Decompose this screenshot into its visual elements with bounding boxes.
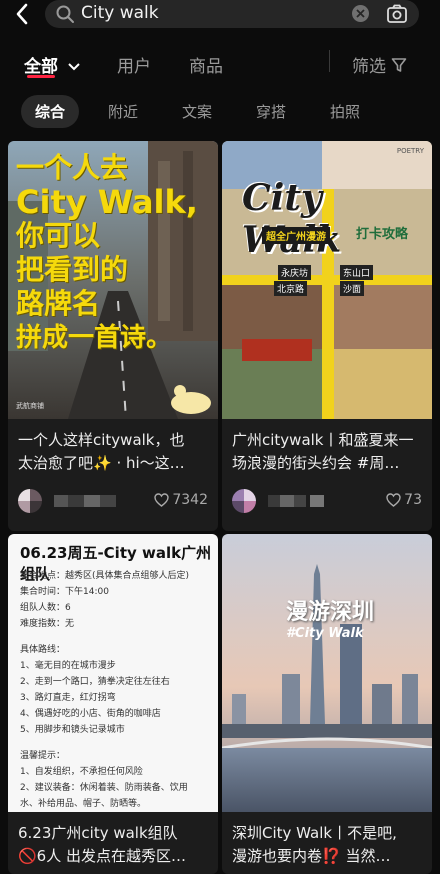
note-title-line: 广州citywalk丨和盛夏来一 [232,431,414,449]
cover-text-line: 你可以 [16,219,101,252]
chip-outfit[interactable]: 穿搭 [242,95,300,128]
note-cover-image[interactable]: 漫游深圳 #City Walk [222,534,432,812]
note-title-line: 太治愈了吧✨ · hi～这… [18,454,185,472]
note-card[interactable]: City Walk 超全广州漫游 打卡攻略 POETRY 永庆坊 北京路 东山口… [222,141,432,531]
note-title-line: 深圳City Walk丨不是吧, [232,824,397,842]
heart-icon [386,493,401,507]
note-meta: 73 [222,487,432,517]
chevron-down-icon [68,63,80,71]
doc-line: 具体路线： [20,645,66,655]
chip-copywriting[interactable]: 文案 [168,95,226,128]
map-label: 东山口 [340,265,374,280]
search-query[interactable]: City walk [81,3,159,23]
note-title[interactable]: 一个人这样citywalk，也 太治愈了吧✨ · hi～这… [18,429,208,475]
tab-products[interactable]: 商品 [189,52,223,77]
like-count-value: 73 [404,492,422,508]
cover-badge: 打卡攻略 [356,227,409,242]
cover-text-line: 拼成一首诗。 [16,323,173,353]
camera-icon[interactable] [386,4,408,24]
tab-users[interactable]: 用户 [117,52,151,77]
filter-button[interactable]: 筛选 [352,52,407,77]
doc-line: 水、补给用品、帽子、防晒等。 [20,799,147,809]
cover-subtitle: #City Walk [286,626,364,641]
note-title[interactable]: 深圳City Walk丨不是吧, 漫游也要内卷⁉️ 当然… [232,822,422,868]
chip-nearby[interactable]: 附近 [94,95,152,128]
doc-line: 集合地点：越秀区(具体集合点组够人后定) [20,571,190,581]
doc-line: 2、走到一个路口，猜拳决定往左往右 [20,677,170,687]
back-button[interactable] [10,1,34,27]
doc-line: 组队人数：6 [20,603,71,613]
cover-title: City Walk [242,177,341,261]
avatar[interactable] [232,489,256,513]
tab-all[interactable]: 全部 [24,52,80,77]
skyline-photo [222,534,432,812]
chip-photo[interactable]: 拍照 [316,95,374,128]
note-card[interactable]: 漫游深圳 #City Walk 深圳City Walk丨不是吧, 漫游也要内卷⁉… [222,534,432,874]
username-blurred[interactable] [54,495,116,507]
chip-bar: 综合 附近 文案 穿搭 拍照 [0,92,440,132]
map-label: 沙面 [340,281,365,296]
doc-line: 5、用脚步和镜头记录城市 [20,725,125,735]
cover-corner-text: POETRY [396,147,424,155]
note-card[interactable]: 一个人去 City Walk, 你可以 把看到的 路牌名 拼成一首诗。 武航商铺… [8,141,218,531]
map-label: 北京路 [274,281,308,296]
tab-active-indicator [27,75,55,78]
note-cover-image[interactable]: 一个人去 City Walk, 你可以 把看到的 路牌名 拼成一首诗。 武航商铺 [8,141,218,419]
note-title[interactable]: 广州citywalk丨和盛夏来一 场浪漫的街头约会 #周… [232,429,422,475]
top-bar: City walk [0,0,440,30]
like-count[interactable]: 7342 [154,492,208,508]
note-title-line: 6.23广州city walk组队 [18,824,178,842]
note-cover-image[interactable]: City Walk 超全广州漫游 打卡攻略 POETRY 永庆坊 北京路 东山口… [222,141,432,419]
heart-icon [154,493,170,507]
doc-line: 难度指数：无 [20,619,75,629]
clear-icon[interactable] [352,5,369,22]
tab-bar: 全部 用户 商品 筛选 [0,44,440,84]
note-title-line: 🚫6人 出发点在越秀区… [18,847,186,865]
like-count-value: 7342 [172,492,208,508]
doc-line: 3、路灯直走，红灯拐弯 [20,693,116,703]
note-title[interactable]: 6.23广州city walk组队 🚫6人 出发点在越秀区… [18,822,208,868]
map-label: 永庆坊 [278,265,312,280]
doc-line: 1、毫无目的在城市漫步 [20,661,116,671]
doc-line: 集合时间：下午14:00 [20,587,109,597]
doc-line: 温馨提示： [20,751,66,761]
cover-text-line: 把看到的 [16,253,129,286]
cover-text: 一个人去 City Walk, 你可以 把看到的 路牌名 拼成一首诗。 [16,151,198,355]
username-blurred[interactable] [268,495,330,507]
filter-icon [391,57,407,72]
filter-label: 筛选 [352,57,386,77]
doc-line: 4、偶遇好吃的小店、街角的咖啡店 [20,709,161,719]
cover-watermark: 武航商铺 [16,402,44,410]
note-meta: 7342 [8,487,218,517]
cover-text-line: 一个人去 [16,151,129,184]
chip-comprehensive[interactable]: 综合 [21,95,80,128]
cover-text-line: 路牌名 [16,287,101,320]
like-count[interactable]: 73 [386,492,422,508]
cover-subtitle: 超全广州漫游 [262,227,330,244]
note-title-line: 场浪漫的街头约会 #周… [232,454,400,472]
note-card[interactable]: 06.23周五-City walk广州组队 集合地点：越秀区(具体集合点组够人后… [8,534,218,874]
tab-all-label: 全部 [24,57,58,77]
cover-text-line: City Walk, [16,183,198,221]
note-title-line: 漫游也要内卷⁉️ 当然… [232,847,391,865]
note-cover-image[interactable]: 06.23周五-City walk广州组队 集合地点：越秀区(具体集合点组够人后… [8,534,218,812]
avatar[interactable] [18,489,42,513]
chevron-left-icon [16,3,28,25]
note-title-line: 一个人这样citywalk，也 [18,431,185,449]
search-icon [56,5,74,23]
tab-divider [329,50,330,72]
doc-line: 2、建议装备：休闲着装、防雨装备、饮用 [20,783,188,793]
cover-title: 漫游深圳 [286,599,375,625]
search-input[interactable]: City walk [45,0,419,28]
doc-line: 1、自发组织，不承担任何风险 [20,767,143,777]
